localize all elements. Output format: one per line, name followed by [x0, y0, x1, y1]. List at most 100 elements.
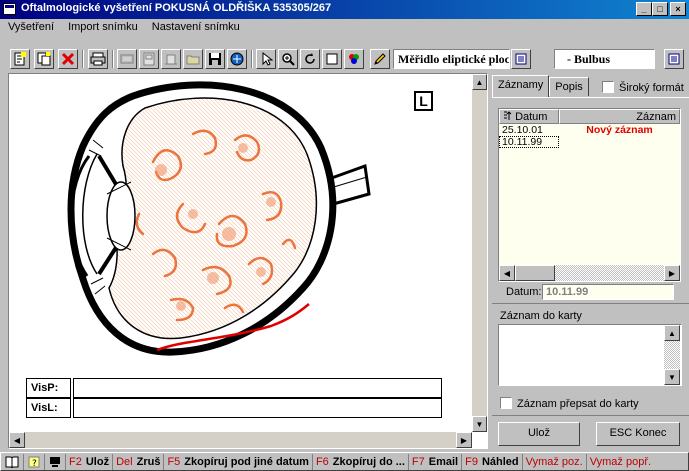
save-icon[interactable] [205, 49, 225, 69]
image-pane: L VisP: VisL: ▲ ▼ ◀ ▶ [8, 73, 488, 449]
export-icon[interactable] [227, 49, 247, 69]
open-folder-icon[interactable] [183, 49, 203, 69]
sort-icon [504, 111, 512, 120]
save-button[interactable]: Ulož [498, 422, 580, 446]
column-datum[interactable]: Datum [499, 109, 559, 124]
status-del[interactable]: Del Zruš [113, 453, 165, 470]
visl-input[interactable] [73, 398, 442, 418]
f2-label: Ulož [85, 455, 110, 468]
frame-icon[interactable] [322, 49, 342, 69]
monitor-icon[interactable] [45, 453, 66, 470]
right-panel: Záznamy Popis Široký formát Datum Záznam… [492, 73, 689, 449]
status-bar: ? F2 Ulož Del Zruš F5 Zkopíruj pod jiné dat… [0, 452, 689, 471]
status-f5[interactable]: F5 Zkopíruj pod jiné datum [164, 453, 313, 470]
toolbar: Měřidlo eliptické ploc - Bulbus [0, 42, 689, 72]
visp-label: VisP: [26, 378, 71, 398]
status-f6[interactable]: F6 Zkopíruj do ... [313, 453, 409, 470]
f2-key: F2 [69, 455, 82, 468]
textarea-scroll-down-icon[interactable]: ▼ [664, 369, 680, 385]
f6-key: F6 [315, 455, 329, 468]
measure-dropdown-icon[interactable] [511, 49, 531, 69]
zaznam-do-karty-textarea[interactable]: ▲ ▼ [498, 324, 682, 386]
prepsat-checkbox[interactable] [500, 397, 512, 409]
visp-row: VisP: [26, 378, 442, 398]
export-doc-icon[interactable] [161, 49, 181, 69]
delete-icon[interactable] [58, 49, 78, 69]
maximize-button[interactable]: □ [652, 2, 668, 16]
list-scroll-thumb[interactable] [515, 265, 555, 281]
eye-diagram[interactable] [53, 74, 383, 359]
scroll-up-icon[interactable]: ▲ [472, 74, 487, 90]
prepsat-option[interactable]: Záznam přepsat do karty [500, 397, 639, 410]
svg-text:?: ? [32, 459, 37, 468]
del-label: Zruš [136, 455, 161, 468]
list-scrollbar[interactable]: ◀ ▶ [499, 265, 680, 281]
print-icon[interactable] [88, 49, 108, 69]
list-item[interactable]: 10.11.99 [499, 136, 680, 148]
prepsat-label: Záznam přepsat do karty [517, 398, 639, 410]
menu-nastaveni-snimku[interactable]: Nastavení snímku [144, 19, 246, 37]
status-vymaz-popr[interactable]: Vymaž popř. [587, 454, 654, 470]
color-icon[interactable] [344, 49, 364, 69]
pencil-icon[interactable] [370, 49, 390, 69]
scroll-left-icon[interactable]: ◀ [9, 432, 25, 448]
records-list[interactable]: Datum Záznam 25.10.01 Nový záznam 10.11.… [498, 108, 681, 282]
visl-row: VisL: [26, 398, 442, 418]
wide-format-option[interactable]: Široký formát [602, 81, 684, 94]
menu-import-snimku[interactable]: Import snímku [60, 19, 144, 37]
textarea-scrollbar[interactable]: ▲ ▼ [664, 325, 680, 385]
list-scroll-right-icon[interactable]: ▶ [664, 265, 680, 281]
wide-format-checkbox[interactable] [602, 81, 614, 93]
minimize-button[interactable]: _ [636, 2, 652, 16]
f7-key: F7 [411, 455, 425, 468]
menu-vysetreni[interactable]: Vyšetření [0, 19, 60, 37]
f9-label: Náhled [481, 455, 519, 468]
horizontal-scrollbar[interactable]: ◀ ▶ [9, 432, 472, 448]
region-dropdown-icon[interactable] [664, 49, 684, 69]
zoom-icon[interactable] [278, 49, 298, 69]
scroll-down-icon[interactable]: ▼ [472, 416, 487, 432]
f9-key: F9 [465, 455, 478, 468]
list-item-date: 25.10.01 [502, 124, 543, 136]
list-scroll-left-icon[interactable]: ◀ [499, 265, 515, 281]
window-title: Oftalmologické vyšetření POKUSNÁ OLDŘIŠK… [21, 2, 332, 14]
print-preview-icon[interactable] [139, 49, 159, 69]
column-datum-label: Datum [515, 111, 548, 123]
list-item[interactable]: 25.10.01 Nový záznam [499, 124, 680, 136]
textarea-scroll-up-icon[interactable]: ▲ [664, 325, 680, 341]
rotate-icon[interactable] [300, 49, 320, 69]
new-record-icon[interactable] [10, 49, 30, 69]
copy-record-icon[interactable] [34, 49, 54, 69]
app-icon[interactable] [3, 3, 16, 15]
title-bar: Oftalmologické vyšetření POKUSNÁ OLDŘIŠK… [0, 0, 689, 19]
vertical-scrollbar[interactable]: ▲ ▼ [472, 74, 487, 432]
datum-field[interactable]: 10.11.99 [542, 284, 674, 300]
pointer-icon[interactable] [256, 49, 276, 69]
f5-key: F5 [167, 455, 181, 468]
status-f7[interactable]: F7 Email [409, 453, 463, 470]
del-key: Del [116, 455, 133, 468]
status-vymaz-poz[interactable]: Vymaž poz. [523, 453, 587, 470]
close-button[interactable]: × [670, 2, 686, 16]
visp-input[interactable] [73, 378, 442, 398]
f7-label: Email [428, 455, 459, 468]
status-f9[interactable]: F9 Náhled [462, 453, 523, 470]
list-item-record [559, 136, 680, 148]
book-icon[interactable] [1, 453, 24, 470]
datum-label: Datum: [506, 286, 542, 298]
region-combo[interactable]: - Bulbus [554, 49, 655, 69]
measure-combo[interactable]: Měřidlo eliptické ploc [393, 49, 510, 69]
help-icon[interactable]: ? [24, 453, 45, 470]
list-item-date: 10.11.99 [499, 136, 559, 148]
status-f2[interactable]: F2 Ulož [66, 453, 114, 470]
column-zaznam[interactable]: Záznam [559, 109, 680, 124]
menu-bar: Vyšetření Import snímku Nastavení snímku [0, 19, 689, 37]
scroll-right-icon[interactable]: ▶ [456, 432, 472, 448]
close-button-esc[interactable]: ESC Konec [596, 422, 680, 446]
side-badge: L [414, 91, 433, 111]
tab-popis[interactable]: Popis [549, 77, 589, 96]
scan-icon[interactable] [117, 49, 137, 69]
f5-label: Zkopíruj pod jiné datum [184, 455, 309, 468]
tab-zaznamy[interactable]: Záznamy [492, 75, 550, 97]
zaznam-do-karty-label: Záznam do karty [500, 310, 582, 322]
